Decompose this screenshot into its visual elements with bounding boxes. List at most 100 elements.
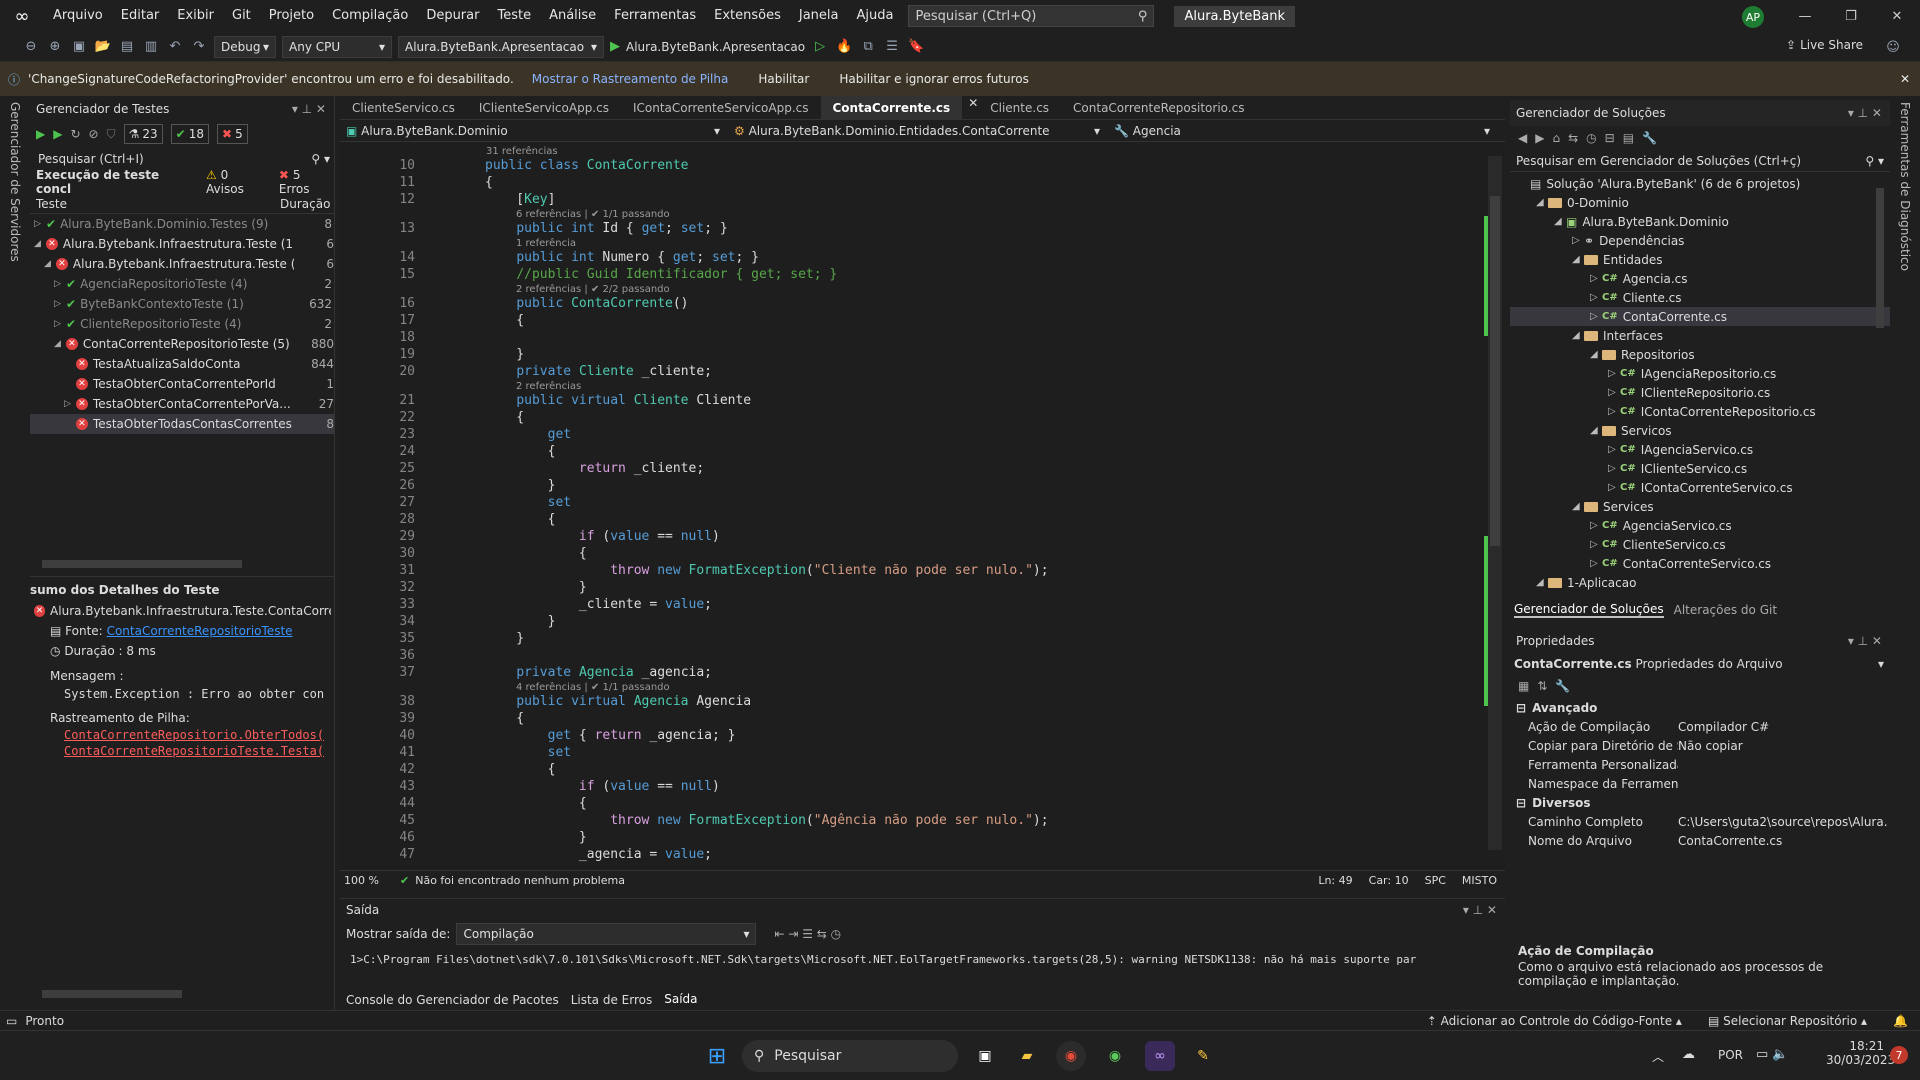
expand-icon[interactable]: ▷	[1590, 292, 1602, 303]
code-line[interactable]: set	[485, 495, 571, 510]
code-line[interactable]: private Agencia _agencia;	[485, 665, 712, 680]
solution-tree-item[interactable]: ▷ C# ClienteServico.cs	[1510, 535, 1890, 554]
output-tab[interactable]: Lista de Erros	[565, 989, 659, 1011]
total-tests-badge[interactable]: ⚗ 23	[123, 124, 163, 144]
collapse-icon[interactable]: ⊟	[1516, 701, 1526, 715]
undo-icon[interactable]: ↶	[166, 38, 184, 56]
startup-project-dropdown[interactable]: Alura.ByteBank.Apresentacao ▾	[398, 35, 604, 58]
bookmark-icon[interactable]: 🔖	[907, 38, 925, 56]
redo-icon[interactable]: ↷	[190, 38, 208, 56]
open-icon[interactable]: 📂	[94, 38, 112, 56]
passed-tests-badge[interactable]: ✔ 18	[170, 124, 209, 144]
editor-tab[interactable]: IClienteServicoApp.cs	[467, 96, 621, 119]
code-line[interactable]: if (value == null)	[485, 779, 720, 794]
enable-ignore-button[interactable]: Habilitar e ignorar erros futuros	[839, 72, 1029, 86]
solution-tree-item[interactable]: ▷ C# IClienteServico.cs	[1510, 459, 1890, 478]
switch-views-icon[interactable]: ⇆	[1568, 131, 1578, 145]
code-lens[interactable]: 2 referências | ✔ 2/2 passando	[516, 284, 670, 295]
nav-type-dropdown[interactable]: ⚙ Alura.ByteBank.Dominio.Entidades.Conta…	[720, 124, 1100, 138]
property-value[interactable]: ContaCorrente.cs	[1678, 834, 1782, 848]
expand-icon[interactable]: ◢	[1536, 577, 1548, 588]
minimize-icon[interactable]: —	[1782, 0, 1828, 32]
code-line[interactable]: //public Guid Identificador { get; set; …	[485, 267, 837, 282]
warnings-count[interactable]: ⚠ 0 Avisos	[206, 168, 269, 196]
menu-item[interactable]: Ferramentas	[605, 0, 705, 32]
property-pages-icon[interactable]: 🔧	[1555, 679, 1570, 693]
notification-count-badge[interactable]: 7	[1890, 1046, 1908, 1064]
test-tree-hscroll[interactable]	[42, 560, 242, 568]
menu-item[interactable]: Editar	[112, 0, 169, 32]
panel-controls[interactable]: ▾ ⊥ ✕	[292, 102, 326, 116]
test-row[interactable]: ▷ ✔ ClienteRepositorioTeste (4) 2	[30, 314, 334, 334]
menu-item[interactable]: Janela	[790, 0, 848, 32]
taskbar-search[interactable]: ⚲ Pesquisar	[742, 1040, 958, 1072]
test-row[interactable]: ▷ ✔ Alura.ByteBank.Dominio.Testes (9) 8	[30, 214, 334, 234]
run-without-debug-icon[interactable]: ▷	[811, 38, 829, 56]
output-tab[interactable]: Saída	[658, 988, 704, 1012]
test-row[interactable]: ▷ ✔ ByteBankContextoTeste (1) 632	[30, 294, 334, 314]
solution-tree-item[interactable]: ◢ Servicos	[1510, 421, 1890, 440]
code-line[interactable]: _cliente = value;	[485, 597, 712, 612]
test-row[interactable]: ▷ ✕ TestaObterContaCorrentePorVa... 27	[30, 394, 334, 414]
editor-tab[interactable]: ClienteServico.cs	[340, 96, 467, 119]
home-icon[interactable]: ⌂	[1552, 131, 1560, 145]
code-line[interactable]: }	[485, 614, 556, 629]
output-tab[interactable]: Console do Gerenciador de Pacotes	[340, 989, 565, 1011]
test-row[interactable]: ✕ TestaAtualizaSaldoConta 844	[30, 354, 334, 374]
server-explorer-tab[interactable]: Gerenciador de Servidores	[8, 102, 22, 262]
search-box[interactable]: Pesquisar (Ctrl+Q) ⚲	[908, 5, 1155, 27]
infobar-close-icon[interactable]: ✕	[1900, 72, 1910, 86]
run-icon[interactable]: ▶	[53, 127, 62, 141]
menu-item[interactable]: Compilação	[323, 0, 417, 32]
code-line[interactable]: {	[485, 313, 524, 328]
test-row[interactable]: ◢ ✕ Alura.Bytebank.Infraestrutura.Teste (1…	[30, 234, 334, 254]
menu-item[interactable]: Depurar	[417, 0, 488, 32]
code-lens[interactable]: 31 referências	[486, 146, 558, 157]
code-line[interactable]: public class ContaCorrente	[485, 158, 689, 173]
expand-icon[interactable]: ◢	[1590, 349, 1602, 360]
solution-tree-item[interactable]: ◢ Entidades	[1510, 250, 1890, 269]
property-row[interactable]: Caminho Completo C:\Users\guta2\source\re…	[1510, 812, 1890, 831]
code-line[interactable]: return _cliente;	[485, 461, 704, 476]
live-share-button[interactable]: ⇪ Live Share	[1786, 38, 1863, 52]
menu-item[interactable]: Ajuda	[847, 0, 902, 32]
hot-reload-icon[interactable]: 🔥	[835, 38, 853, 56]
solution-tree-item[interactable]: ▷ C# IContaCorrenteRepositorio.cs	[1510, 402, 1890, 421]
onedrive-icon[interactable]: ☁	[1682, 1047, 1695, 1062]
code-lens[interactable]: 4 referências | ✔ 1/1 passando	[516, 682, 670, 693]
solution-tree-item[interactable]: ◢ Services	[1510, 497, 1890, 516]
expand-icon[interactable]: ▷	[1572, 235, 1584, 246]
code-line[interactable]: public virtual Agencia Agencia	[485, 694, 751, 709]
menu-item[interactable]: Análise	[540, 0, 605, 32]
code-line[interactable]: {	[485, 546, 587, 561]
expand-icon[interactable]: ▷	[1590, 273, 1602, 284]
code-line[interactable]: {	[485, 796, 587, 811]
output-tools-icon[interactable]: ⇤ ⇥ ☰ ⇆ ◷	[774, 927, 841, 941]
code-line[interactable]: {	[485, 410, 524, 425]
clock[interactable]: 18:21 30/03/2023	[1826, 1039, 1895, 1067]
solution-tree-item[interactable]: ▷ C# IClienteRepositorio.cs	[1510, 383, 1890, 402]
solution-bottom-tab[interactable]: Alterações do Git	[1674, 603, 1777, 617]
code-line[interactable]: {	[485, 762, 556, 777]
property-value[interactable]: C:\Users\guta2\source\repos\Alura.	[1678, 815, 1888, 829]
select-repo-button[interactable]: ▤ Selecionar Repositório ▴	[1708, 1014, 1867, 1028]
test-row[interactable]: ▷ ✔ AgenciaRepositorioTeste (4) 2	[30, 274, 334, 294]
show-all-files-icon[interactable]: ▤	[1623, 131, 1634, 145]
stack-frame-link[interactable]: ContaCorrenteRepositorioTeste.Testa(	[30, 743, 335, 759]
code-line[interactable]: public int Numero { get; set; }	[485, 250, 759, 265]
expand-icon[interactable]: ◢	[1572, 330, 1584, 341]
expand-icon[interactable]: ▷	[1608, 444, 1620, 455]
notifications-icon[interactable]: 🔔	[1893, 1014, 1908, 1028]
code-line[interactable]: throw new FormatException("Cliente não p…	[485, 563, 1048, 578]
property-value[interactable]: Não copiar	[1678, 739, 1743, 753]
expand-icon[interactable]: ▷	[1590, 539, 1602, 550]
cancel-icon[interactable]: ⊘	[89, 127, 99, 141]
test-search-input[interactable]: Pesquisar (Ctrl+I) ⚲ ▾	[34, 148, 330, 170]
save-icon[interactable]: ▤	[118, 38, 136, 56]
menu-item[interactable]: Arquivo	[44, 0, 112, 32]
code-line[interactable]: throw new FormatException("Agência não p…	[485, 813, 1048, 828]
code-line[interactable]: set	[485, 745, 571, 760]
code-line[interactable]: }	[485, 347, 524, 362]
avatar[interactable]: AP	[1742, 6, 1764, 28]
collapse-icon[interactable]: ⊟	[1516, 796, 1526, 810]
